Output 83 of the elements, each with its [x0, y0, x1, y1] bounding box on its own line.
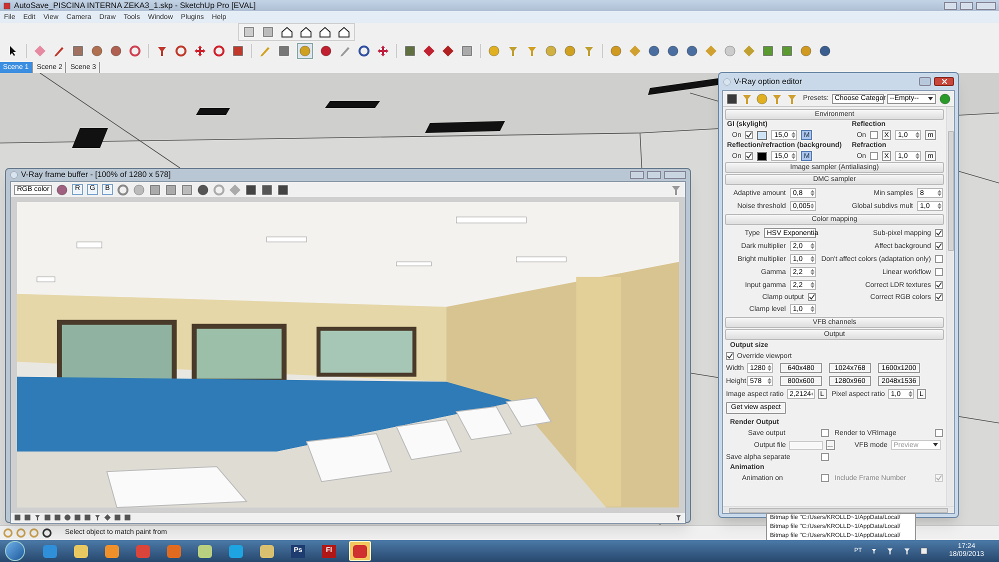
checkbox[interactable]: [820, 429, 828, 437]
checkbox[interactable]: [934, 293, 943, 301]
checkbox[interactable]: [808, 293, 816, 301]
checkbox[interactable]: [934, 268, 943, 276]
app-icon: [3, 2, 11, 10]
output-file-field[interactable]: [788, 440, 822, 450]
maximize-button[interactable]: [960, 2, 973, 10]
gem-icon[interactable]: [423, 45, 435, 57]
pencil-icon[interactable]: [53, 45, 65, 57]
checkbox[interactable]: [870, 152, 878, 160]
spinner-icon[interactable]: [791, 152, 796, 160]
disc-icon[interactable]: [800, 45, 812, 57]
disc-icon[interactable]: [610, 45, 622, 57]
spinner-icon[interactable]: [915, 152, 920, 160]
start-button[interactable]: [5, 541, 25, 561]
house-icon[interactable]: [281, 26, 293, 38]
spinner-icon[interactable]: [810, 268, 815, 276]
circle-icon[interactable]: [91, 45, 103, 57]
spinner-icon[interactable]: [810, 305, 815, 313]
gem-icon[interactable]: [442, 45, 454, 57]
sphere-icon[interactable]: [488, 45, 500, 57]
disc-icon[interactable]: [667, 45, 679, 57]
iso-view-icon[interactable]: [243, 26, 255, 38]
app-icon: [353, 544, 367, 558]
spinner-icon[interactable]: [767, 377, 772, 385]
disc-icon[interactable]: [686, 45, 698, 57]
app-icon: [105, 544, 119, 558]
checkbox[interactable]: [820, 474, 828, 482]
checkbox[interactable]: [745, 131, 754, 139]
window-title: V-Ray frame buffer - [100% of 1280 x 578]: [21, 169, 172, 181]
horizontal-scrollbar[interactable]: [723, 506, 954, 513]
checkbox[interactable]: [934, 242, 943, 250]
spinner-icon[interactable]: [810, 255, 815, 263]
polygon-icon[interactable]: [110, 45, 122, 57]
window-title: AutoSave_PISCINA INTERNA ZEKA3_1.skp - SketchUp Pro [EVAL]: [14, 2, 257, 10]
disc-icon[interactable]: [648, 45, 660, 57]
scrollbar[interactable]: [946, 107, 954, 506]
app-icon: [260, 544, 274, 558]
checkbox[interactable]: [934, 229, 943, 237]
color-swatch[interactable]: [757, 130, 768, 140]
app-icon: [43, 544, 57, 558]
spinner-icon[interactable]: [810, 202, 815, 210]
sphere-icon[interactable]: [564, 45, 576, 57]
spinner-icon[interactable]: [811, 390, 814, 398]
close-icon[interactable]: [942, 79, 946, 84]
spinner-icon[interactable]: [915, 131, 920, 139]
move-icon[interactable]: [194, 45, 206, 57]
window-title: V-Ray option editor: [734, 76, 804, 88]
checkbox[interactable]: [934, 281, 943, 289]
small-sphere-icon[interactable]: [724, 45, 736, 57]
checkbox[interactable]: [745, 152, 754, 160]
minimize-button[interactable]: [630, 171, 644, 179]
app-icon: [74, 544, 88, 558]
spinner-icon[interactable]: [908, 390, 913, 398]
spinner-icon[interactable]: [936, 189, 942, 197]
close-button[interactable]: [934, 77, 954, 86]
house-icon[interactable]: [300, 26, 312, 38]
checkbox[interactable]: [870, 131, 878, 139]
spinner-icon[interactable]: [810, 242, 815, 250]
disc-icon[interactable]: [819, 45, 831, 57]
taskbar-app[interactable]: [349, 541, 371, 561]
checkbox[interactable]: [726, 352, 734, 360]
minimize-button[interactable]: [944, 2, 957, 10]
app-icon: [229, 544, 243, 558]
app-icon: [136, 544, 150, 558]
house-icon[interactable]: [338, 26, 350, 38]
pointer-icon[interactable]: [7, 45, 19, 57]
sphere-icon[interactable]: [133, 184, 145, 196]
app-icon: [167, 544, 181, 558]
spinner-icon[interactable]: [791, 131, 796, 139]
maximize-button[interactable]: [647, 171, 661, 179]
app-icon: [198, 544, 212, 558]
checkbox[interactable]: [820, 453, 828, 461]
spinner-icon[interactable]: [810, 189, 815, 197]
spinner-icon[interactable]: [810, 281, 815, 289]
help-icon[interactable]: [42, 528, 52, 538]
checkbox[interactable]: [935, 429, 943, 437]
checkbox[interactable]: [934, 255, 943, 263]
spinner-icon[interactable]: [767, 364, 772, 372]
disc-icon[interactable]: [756, 92, 768, 104]
color-swatch[interactable]: [757, 152, 768, 160]
spinner-icon[interactable]: [936, 202, 942, 210]
house-icon[interactable]: [319, 26, 331, 38]
